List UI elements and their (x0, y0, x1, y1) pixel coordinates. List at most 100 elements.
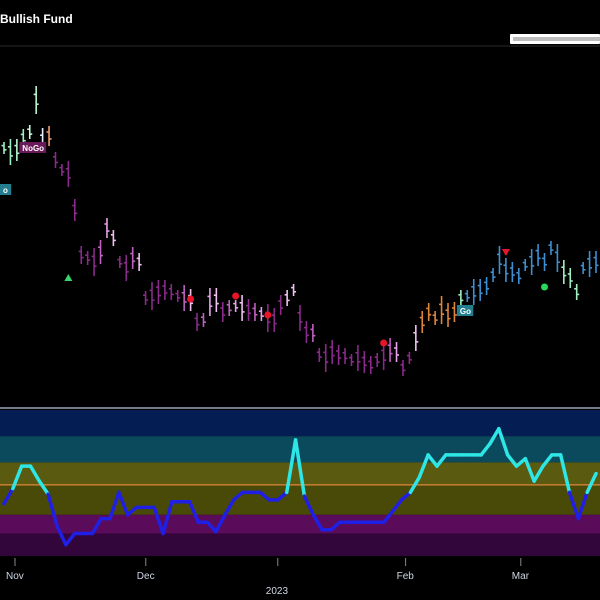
price-bar (252, 303, 258, 321)
signal-tags: NoGo o Go (0, 142, 474, 316)
price-bar (406, 352, 412, 364)
price-bar (451, 302, 457, 322)
price-bar (149, 282, 155, 310)
price-bar (7, 139, 13, 165)
x-tick-label: 2023 (266, 586, 289, 597)
price-bar (59, 164, 65, 176)
price-bar (394, 342, 400, 362)
price-bar (426, 303, 432, 321)
signal-tag: Go (456, 305, 474, 316)
price-bar (496, 246, 502, 274)
price-bar (477, 279, 483, 301)
price-bar (361, 351, 367, 373)
price-bar (593, 251, 599, 273)
price-bar (271, 308, 277, 332)
price-bar (246, 299, 252, 321)
price-bar (130, 247, 136, 269)
price-bar (432, 311, 438, 325)
oscillator-band (0, 484, 600, 515)
price-bar (213, 288, 219, 312)
price-bar (1, 142, 7, 154)
x-tick-label: Mar (512, 571, 530, 582)
signal-tag: NoGo (19, 142, 47, 153)
price-bar (587, 251, 593, 277)
price-bar (123, 255, 129, 281)
signal-tag: o (0, 184, 12, 195)
price-bars (1, 86, 599, 376)
signal-dot (232, 292, 240, 300)
price-bar (52, 152, 58, 168)
price-bar (110, 230, 116, 246)
x-axis: Nov Dec 2023 Feb Mar (6, 558, 530, 597)
signal-dot (541, 283, 549, 291)
price-bar (33, 86, 39, 114)
oscillator-band (0, 533, 600, 556)
price-bar (464, 290, 470, 302)
price-bar (445, 303, 451, 327)
oscillator-band (0, 514, 600, 534)
price-bar (278, 295, 284, 315)
price-bar (155, 280, 161, 304)
price-bar (471, 279, 477, 305)
price-bar (239, 295, 245, 321)
price-bar (490, 268, 496, 282)
signal-dot (264, 311, 272, 319)
price-bar (72, 199, 78, 221)
price-bar (233, 300, 239, 312)
price-bar (535, 244, 541, 266)
price-bar (316, 348, 322, 362)
price-bar (529, 249, 535, 275)
x-tick-label: Nov (6, 571, 24, 582)
price-bar (348, 354, 354, 366)
price-bar (226, 300, 232, 316)
price-bar (175, 290, 181, 302)
signal-dot (187, 295, 195, 303)
price-bar (329, 340, 335, 364)
price-bar (458, 290, 464, 306)
price-bar (567, 268, 573, 288)
price-bar (400, 360, 406, 376)
price-bar (91, 248, 97, 276)
price-bar (117, 256, 123, 268)
signal-triangle-up (64, 274, 73, 281)
price-chart: NoGo o Go Nov Dec 2023 Feb Mar (0, 45, 600, 597)
price-bar (310, 324, 316, 342)
price-bar (162, 280, 168, 300)
price-bar (542, 253, 548, 271)
price-bar (65, 161, 71, 187)
price-bar (284, 290, 290, 306)
x-tick-label: Feb (397, 571, 415, 582)
price-bar (561, 260, 567, 284)
price-bar (554, 244, 560, 272)
oscillator-band (0, 410, 600, 437)
price-bar (194, 313, 200, 331)
price-bar (168, 284, 174, 300)
price-bar (413, 325, 419, 351)
price-bar (419, 311, 425, 333)
x-tick-label: Dec (137, 571, 155, 582)
signal-tag-label: NoGo (22, 144, 44, 153)
price-bar (220, 302, 226, 322)
price-bar (207, 288, 213, 316)
price-bar (439, 296, 445, 324)
price-bar (291, 284, 297, 296)
price-bar (574, 284, 580, 300)
price-bar (387, 338, 393, 362)
price-bar (484, 277, 490, 295)
price-bar (580, 262, 586, 274)
price-bar (78, 246, 84, 264)
price-bar (342, 348, 348, 364)
price-bar (14, 139, 20, 161)
price-bar (355, 345, 361, 371)
price-bar (323, 344, 329, 372)
price-bar (181, 285, 187, 311)
price-bar (200, 313, 206, 327)
signal-dot (380, 339, 388, 347)
price-bar (509, 262, 515, 282)
price-bar (548, 241, 554, 255)
price-bar (503, 258, 509, 282)
price-bar (368, 356, 374, 374)
signal-tag-label: Go (460, 307, 471, 316)
price-bar (85, 251, 91, 265)
price-bar (297, 305, 303, 331)
